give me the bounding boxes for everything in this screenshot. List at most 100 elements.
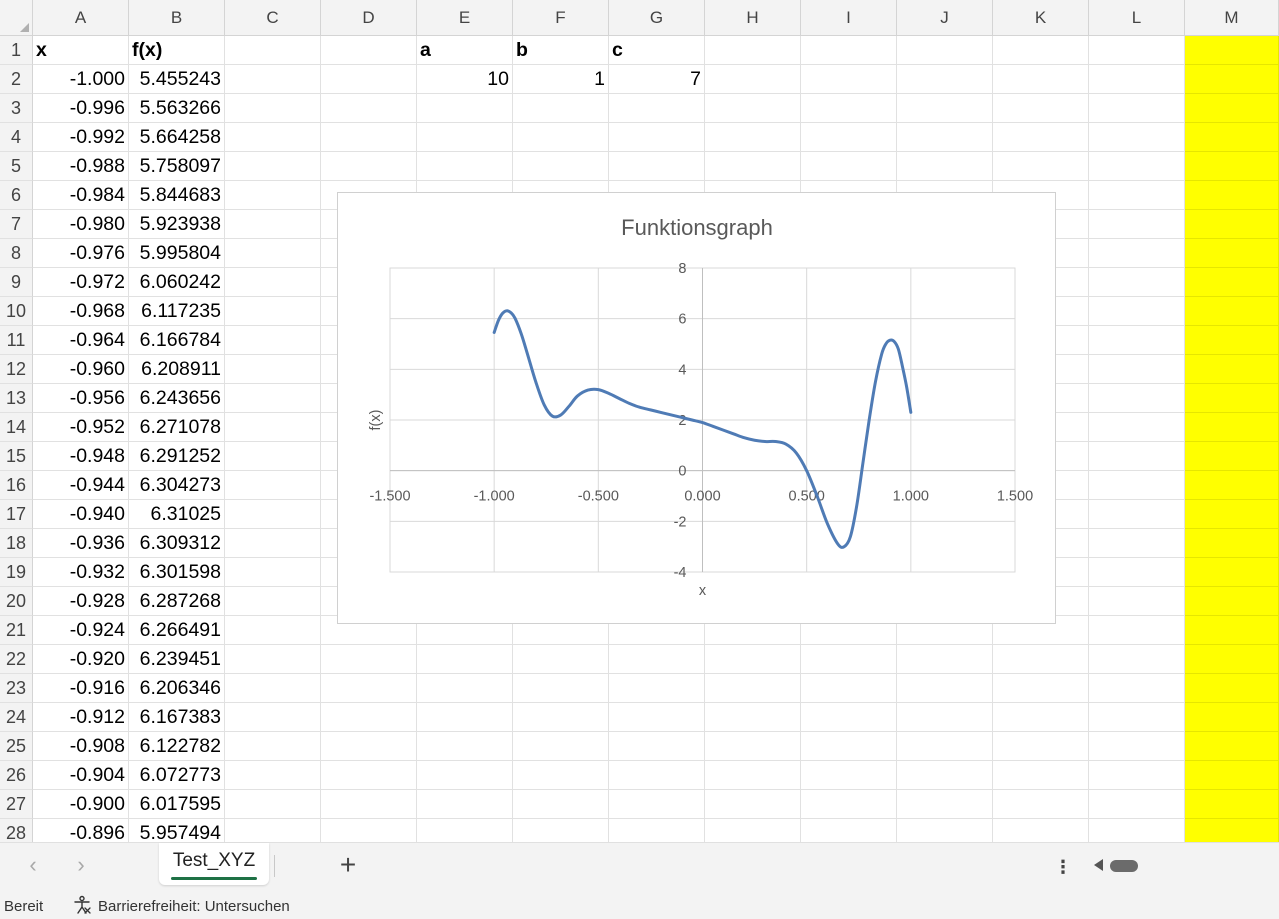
accessibility-icon[interactable] xyxy=(72,895,92,915)
cell-l1[interactable] xyxy=(1089,36,1185,65)
cell-f2[interactable]: 1 xyxy=(513,65,609,94)
column-header-m[interactable]: M xyxy=(1185,0,1279,36)
cell-k4[interactable] xyxy=(993,123,1089,152)
cell-l28[interactable] xyxy=(1089,819,1185,842)
cell-l22[interactable] xyxy=(1089,645,1185,674)
cell-b6[interactable]: 5.844683 xyxy=(129,181,225,210)
cell-c25[interactable] xyxy=(225,732,321,761)
row-header-15[interactable]: 15 xyxy=(0,442,33,471)
cell-b25[interactable]: 6.122782 xyxy=(129,732,225,761)
cell-i22[interactable] xyxy=(801,645,897,674)
cell-e26[interactable] xyxy=(417,761,513,790)
cell-d28[interactable] xyxy=(321,819,417,842)
cell-c24[interactable] xyxy=(225,703,321,732)
cell-b12[interactable]: 6.208911 xyxy=(129,355,225,384)
cell-a4[interactable]: -0.992 xyxy=(33,123,129,152)
next-sheet-icon[interactable]: › xyxy=(69,853,93,877)
cell-j28[interactable] xyxy=(897,819,993,842)
cell-k24[interactable] xyxy=(993,703,1089,732)
cell-a17[interactable]: -0.940 xyxy=(33,500,129,529)
column-header-i[interactable]: I xyxy=(801,0,897,36)
cell-g23[interactable] xyxy=(609,674,705,703)
row-header-6[interactable]: 6 xyxy=(0,181,33,210)
cell-l10[interactable] xyxy=(1089,297,1185,326)
cell-c12[interactable] xyxy=(225,355,321,384)
cell-c3[interactable] xyxy=(225,94,321,123)
cell-m4[interactable] xyxy=(1185,123,1279,152)
cell-c19[interactable] xyxy=(225,558,321,587)
cell-l13[interactable] xyxy=(1089,384,1185,413)
cell-l6[interactable] xyxy=(1089,181,1185,210)
cell-a11[interactable]: -0.964 xyxy=(33,326,129,355)
cell-c5[interactable] xyxy=(225,152,321,181)
cell-b1[interactable]: f(x) xyxy=(129,36,225,65)
cell-l20[interactable] xyxy=(1089,587,1185,616)
cell-a14[interactable]: -0.952 xyxy=(33,413,129,442)
cell-m25[interactable] xyxy=(1185,732,1279,761)
cell-c17[interactable] xyxy=(225,500,321,529)
cell-e24[interactable] xyxy=(417,703,513,732)
cell-a27[interactable]: -0.900 xyxy=(33,790,129,819)
cell-a22[interactable]: -0.920 xyxy=(33,645,129,674)
cell-h26[interactable] xyxy=(705,761,801,790)
cell-m17[interactable] xyxy=(1185,500,1279,529)
cell-a13[interactable]: -0.956 xyxy=(33,384,129,413)
column-header-k[interactable]: K xyxy=(993,0,1089,36)
cell-j2[interactable] xyxy=(897,65,993,94)
cell-a7[interactable]: -0.980 xyxy=(33,210,129,239)
cell-m13[interactable] xyxy=(1185,384,1279,413)
cell-k28[interactable] xyxy=(993,819,1089,842)
column-header-c[interactable]: C xyxy=(225,0,321,36)
cell-h25[interactable] xyxy=(705,732,801,761)
cell-b16[interactable]: 6.304273 xyxy=(129,471,225,500)
cell-f5[interactable] xyxy=(513,152,609,181)
cell-a19[interactable]: -0.932 xyxy=(33,558,129,587)
cell-g26[interactable] xyxy=(609,761,705,790)
cell-b8[interactable]: 5.995804 xyxy=(129,239,225,268)
cell-m10[interactable] xyxy=(1185,297,1279,326)
cell-m9[interactable] xyxy=(1185,268,1279,297)
cell-i4[interactable] xyxy=(801,123,897,152)
cell-c26[interactable] xyxy=(225,761,321,790)
cell-l4[interactable] xyxy=(1089,123,1185,152)
cell-l9[interactable] xyxy=(1089,268,1185,297)
column-header-f[interactable]: F xyxy=(513,0,609,36)
cell-d22[interactable] xyxy=(321,645,417,674)
cell-g4[interactable] xyxy=(609,123,705,152)
cell-h4[interactable] xyxy=(705,123,801,152)
cell-c23[interactable] xyxy=(225,674,321,703)
cell-d26[interactable] xyxy=(321,761,417,790)
cell-i5[interactable] xyxy=(801,152,897,181)
cell-m24[interactable] xyxy=(1185,703,1279,732)
cell-f26[interactable] xyxy=(513,761,609,790)
cell-m5[interactable] xyxy=(1185,152,1279,181)
row-header-21[interactable]: 21 xyxy=(0,616,33,645)
cell-b7[interactable]: 5.923938 xyxy=(129,210,225,239)
cell-f25[interactable] xyxy=(513,732,609,761)
cell-e25[interactable] xyxy=(417,732,513,761)
cell-b10[interactable]: 6.117235 xyxy=(129,297,225,326)
cell-a5[interactable]: -0.988 xyxy=(33,152,129,181)
cell-m26[interactable] xyxy=(1185,761,1279,790)
cell-a26[interactable]: -0.904 xyxy=(33,761,129,790)
row-header-23[interactable]: 23 xyxy=(0,674,33,703)
cell-m12[interactable] xyxy=(1185,355,1279,384)
cell-f28[interactable] xyxy=(513,819,609,842)
cell-m6[interactable] xyxy=(1185,181,1279,210)
cell-l12[interactable] xyxy=(1089,355,1185,384)
row-header-11[interactable]: 11 xyxy=(0,326,33,355)
cell-l5[interactable] xyxy=(1089,152,1185,181)
cell-e1[interactable]: a xyxy=(417,36,513,65)
cell-m28[interactable] xyxy=(1185,819,1279,842)
row-header-26[interactable]: 26 xyxy=(0,761,33,790)
cell-l23[interactable] xyxy=(1089,674,1185,703)
row-header-5[interactable]: 5 xyxy=(0,152,33,181)
row-header-9[interactable]: 9 xyxy=(0,268,33,297)
sheet-tab-test-xyz[interactable]: Test_XYZ xyxy=(159,843,269,885)
cell-m8[interactable] xyxy=(1185,239,1279,268)
row-header-3[interactable]: 3 xyxy=(0,94,33,123)
cell-c2[interactable] xyxy=(225,65,321,94)
row-header-27[interactable]: 27 xyxy=(0,790,33,819)
cell-m14[interactable] xyxy=(1185,413,1279,442)
cell-c6[interactable] xyxy=(225,181,321,210)
